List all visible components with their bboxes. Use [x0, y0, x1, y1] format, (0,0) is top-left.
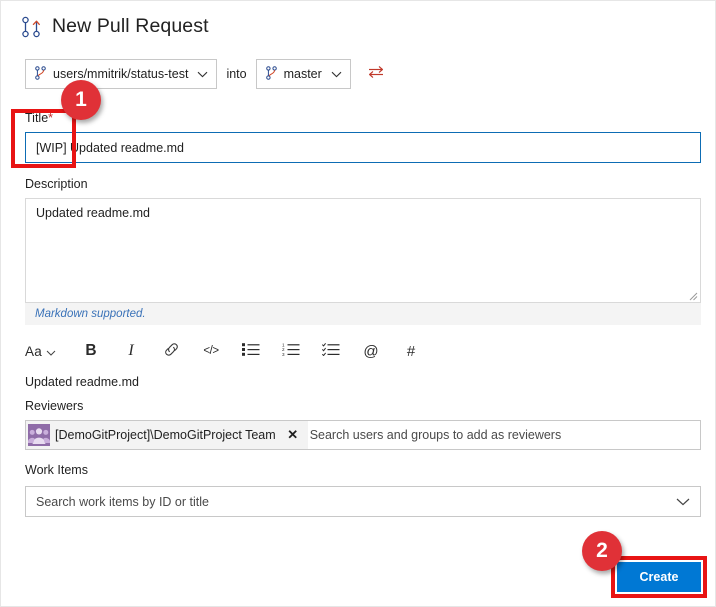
source-branch-dropdown[interactable]: users/mmitrik/status-test — [25, 59, 218, 89]
bulleted-list-icon — [242, 342, 260, 360]
svg-text:3: 3 — [282, 352, 285, 356]
chevron-down-icon — [331, 67, 342, 81]
into-label: into — [226, 67, 247, 81]
reviewers-label: Reviewers — [25, 399, 84, 413]
target-branch-dropdown[interactable]: master — [255, 59, 351, 89]
hash-icon: # — [406, 342, 416, 360]
bulleted-list-button[interactable] — [231, 338, 271, 364]
link-icon — [163, 341, 180, 362]
link-button[interactable] — [151, 338, 191, 364]
resize-handle-icon[interactable] — [686, 288, 698, 301]
font-size-icon: Aa — [25, 343, 43, 359]
bold-icon: B — [85, 342, 97, 359]
new-pull-request-page: New Pull Request users/mmitrik/status-te… — [0, 0, 716, 607]
reviewers-input[interactable]: [DemoGitProject]\DemoGitProject Team ✕ S… — [25, 420, 701, 450]
annotation-badge-2: 2 — [582, 531, 622, 571]
reviewers-placeholder: Search users and groups to add as review… — [309, 428, 562, 442]
chevron-down-icon[interactable] — [676, 493, 690, 511]
team-group-icon — [26, 424, 55, 446]
close-icon[interactable]: ✕ — [282, 424, 304, 446]
description-text: Updated readme.md — [36, 206, 150, 220]
checklist-button[interactable] — [311, 338, 351, 364]
title-label: Title* — [25, 111, 53, 125]
work-items-input[interactable]: Search work items by ID or title — [25, 486, 701, 517]
branch-selection-row: users/mmitrik/status-test into master — [25, 59, 387, 89]
create-button[interactable]: Create — [617, 562, 701, 592]
chevron-down-icon — [46, 343, 56, 360]
checklist-icon — [321, 342, 340, 360]
description-preview-text: Updated readme.md — [25, 375, 139, 389]
required-marker: * — [48, 111, 54, 125]
markdown-hint-bar: Markdown supported. — [25, 303, 701, 325]
bold-button[interactable]: B — [71, 338, 111, 364]
font-size-button[interactable]: Aa — [25, 338, 71, 364]
markdown-hint-text: Markdown supported. — [35, 308, 146, 320]
source-branch-name: users/mmitrik/status-test — [53, 67, 189, 81]
chevron-down-icon — [197, 67, 208, 81]
branch-icon — [35, 65, 46, 83]
page-title: New Pull Request — [52, 15, 209, 37]
numbered-list-icon: 1 2 3 — [282, 342, 300, 360]
swap-arrows-icon — [367, 64, 385, 85]
format-toolbar: Aa B I </> 1 2 3 @ # — [25, 338, 431, 364]
branch-icon — [265, 65, 277, 83]
description-label: Description — [25, 177, 88, 191]
code-icon: </> — [203, 345, 219, 357]
work-items-label: Work Items — [25, 463, 88, 477]
work-item-link-button[interactable]: # — [391, 338, 431, 364]
italic-icon: I — [128, 342, 134, 359]
work-items-placeholder: Search work items by ID or title — [36, 494, 209, 509]
code-button[interactable]: </> — [191, 338, 231, 364]
reviewer-name: [DemoGitProject]\DemoGitProject Team — [55, 428, 276, 442]
numbered-list-button[interactable]: 1 2 3 — [271, 338, 311, 364]
swap-branches-button[interactable] — [365, 63, 387, 85]
title-label-text: Title — [25, 111, 49, 125]
target-branch-name: master — [283, 67, 322, 81]
pull-request-icon — [21, 16, 41, 38]
at-mention-icon: @ — [363, 342, 379, 360]
description-textarea[interactable]: Updated readme.md — [25, 198, 701, 303]
mention-button[interactable]: @ — [351, 338, 391, 364]
reviewer-chip: [DemoGitProject]\DemoGitProject Team ✕ — [26, 421, 308, 449]
page-header: New Pull Request — [21, 15, 209, 38]
italic-button[interactable]: I — [111, 338, 151, 364]
title-input[interactable] — [25, 132, 701, 163]
